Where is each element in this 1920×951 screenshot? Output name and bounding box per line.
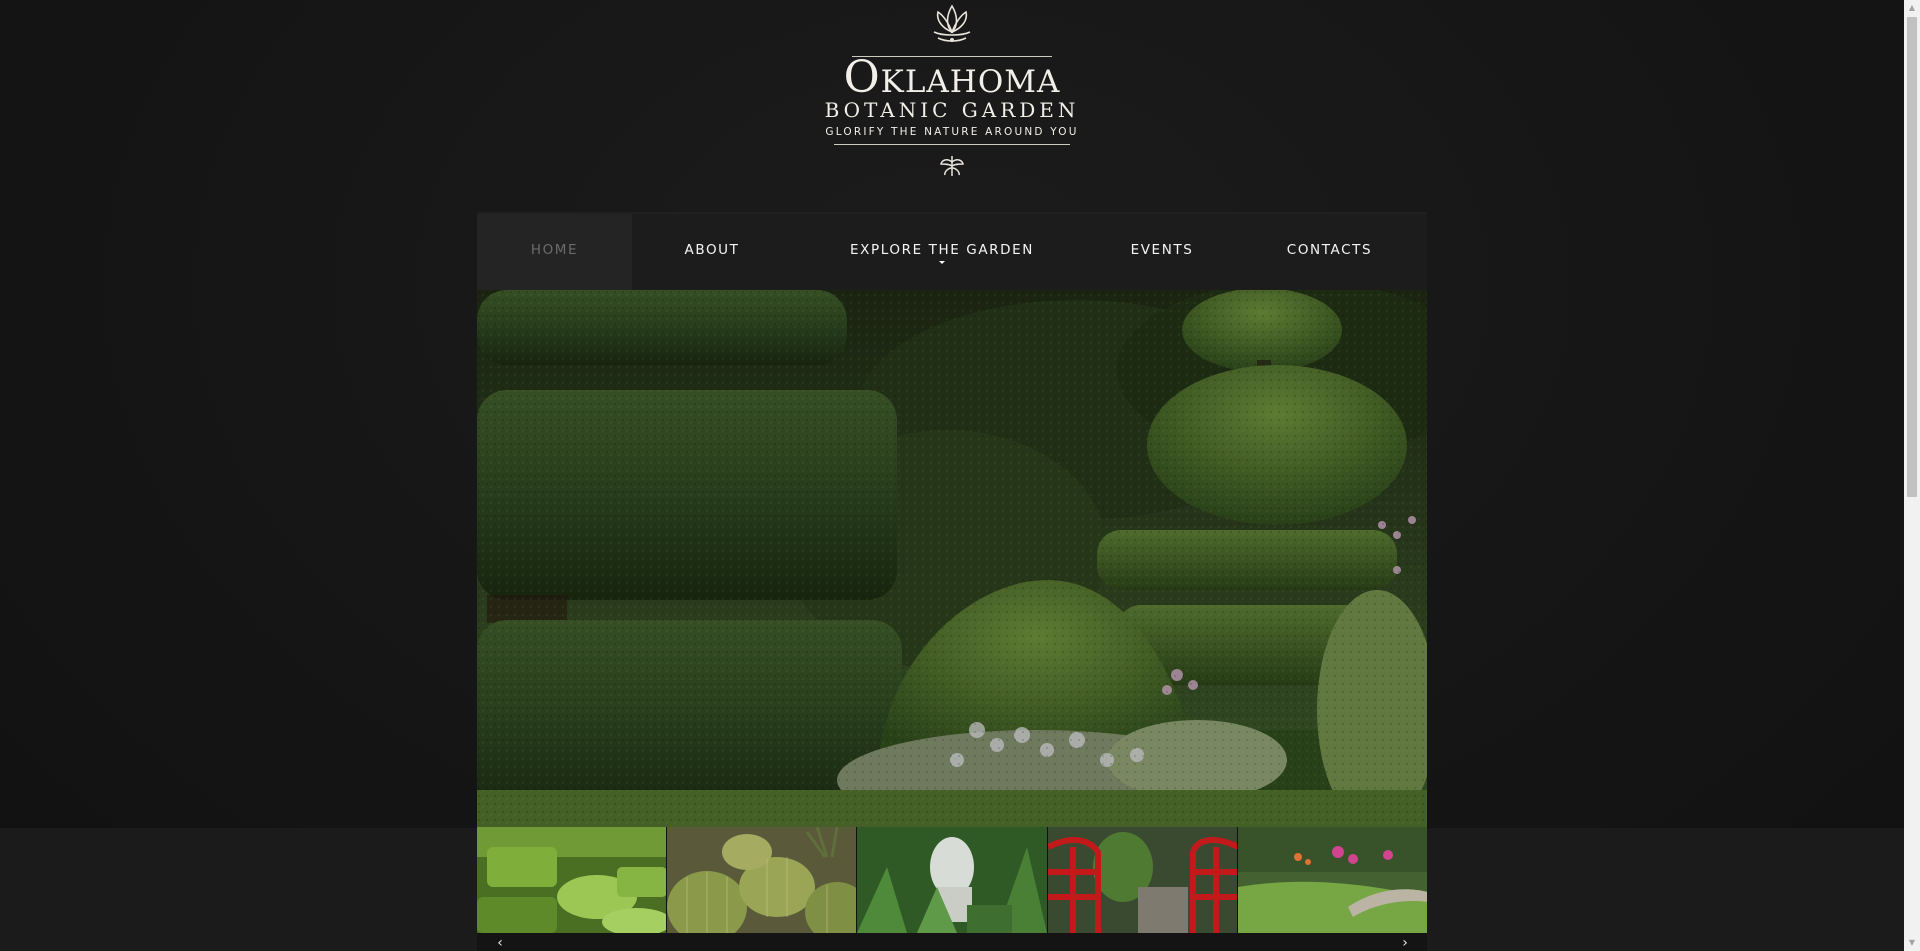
chevron-right-icon[interactable]: › [1397,935,1413,951]
thumbnail-red-bridge[interactable] [1046,827,1237,933]
nav-home[interactable]: HOME [477,214,632,290]
nav-explore-label: EXPLORE THE GARDEN [850,242,1034,258]
logo-tagline: GLORIFY THE NATURE AROUND YOU [825,126,1079,138]
lotus-ornament-icon [933,4,971,42]
thumbnail-white-statue[interactable] [856,827,1047,933]
scroll-down-arrow-icon[interactable]: ▼ [1904,935,1920,951]
thumbnail-flower-lawn[interactable] [1236,827,1427,933]
scrollbar-thumb[interactable] [1907,17,1917,497]
thumbnail-strip [477,827,1427,933]
hero-slide-image[interactable] [477,290,1427,827]
nav-events[interactable]: EVENTS [1092,214,1232,290]
nav-about[interactable]: ABOUT [632,214,792,290]
nav-explore-the-garden[interactable]: EXPLORE THE GARDEN [792,214,1092,290]
thumbnail-barrel-cactus[interactable] [666,827,857,933]
scroll-up-arrow-icon[interactable]: ▲ [1904,0,1920,16]
page-scrollbar[interactable]: ▲ ▼ [1904,0,1920,951]
fleur-ornament-icon [940,156,964,176]
logo-divider-bottom [834,144,1070,145]
main-navigation: HOME ABOUT EXPLORE THE GARDEN EVENTS CON… [477,212,1427,290]
site-logo[interactable]: Oklahoma BOTANIC GARDEN GLORIFY THE NATU… [820,0,1084,180]
logo-subtitle: BOTANIC GARDEN [824,98,1080,122]
slider-controls: ‹ › [477,933,1427,951]
nav-contacts[interactable]: CONTACTS [1232,214,1427,290]
dropdown-caret-icon [939,261,945,264]
chevron-left-icon[interactable]: ‹ [492,935,508,951]
thumbnail-topiary-garden[interactable] [477,827,667,933]
